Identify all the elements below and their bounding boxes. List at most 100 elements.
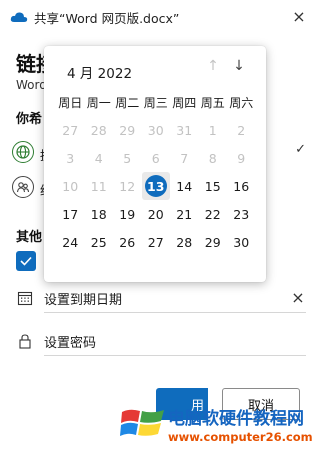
clear-icon[interactable]: × [290, 290, 306, 306]
calendar-icon [16, 289, 34, 307]
calendar-day[interactable]: 24 [56, 228, 85, 256]
calendar-day[interactable]: 27 [142, 228, 171, 256]
lock-icon [16, 332, 34, 350]
calendar-day-number: 30 [233, 234, 250, 250]
close-icon[interactable]: × [290, 8, 308, 26]
section-heading-other: 其他 [16, 230, 43, 245]
calendar-day[interactable]: 16 [227, 172, 256, 200]
calendar-day[interactable]: 14 [170, 172, 199, 200]
calendar-day[interactable]: 30 [227, 228, 256, 256]
calendar-day-number: 26 [119, 234, 136, 250]
calendar-day[interactable]: 18 [85, 200, 114, 228]
calendar-day-number: 25 [90, 234, 107, 250]
date-picker-popup: 4 月 2022 ↑ ↓ 周日 周一 周二 周三 周四 周五 周六 27 28 29… [44, 46, 266, 282]
calendar-day-number: 7 [180, 150, 189, 166]
calendar-day-number: 15 [204, 178, 221, 194]
calendar-weekday-header: 周日 周一 周二 周三 周四 周五 周六 [56, 94, 256, 111]
calendar-day: 8 [199, 144, 228, 172]
onedrive-cloud-icon [10, 12, 28, 22]
calendar-day-number: 1 [208, 122, 217, 138]
expiry-divider [44, 312, 306, 313]
calendar-day: 2 [227, 116, 256, 144]
calendar-day: 29 [113, 116, 142, 144]
calendar-day-number: 30 [147, 122, 164, 138]
calendar-day-grid: 27 28 29 30 31 1 2 3 4 5 6 7 8 9 10 11 12 13 14 15 16 17 18 19 2… [56, 116, 256, 256]
checkmark-icon: ✓ [295, 142, 306, 157]
calendar-day-number: 11 [90, 178, 107, 194]
window-title: 共享“Word 网页版.docx” [34, 10, 180, 26]
watermark-url: www.computer26.com [168, 430, 313, 444]
calendar-day: 4 [85, 144, 114, 172]
weekday-label: 周二 [115, 96, 140, 110]
window-titlebar: 共享“Word 网页版.docx” [0, 0, 322, 34]
calendar-day: 12 [113, 172, 142, 200]
globe-icon[interactable] [12, 141, 34, 163]
calendar-day-number: 29 [204, 234, 221, 250]
weekday-label: 周四 [172, 96, 197, 110]
calendar-day-number: 31 [176, 122, 193, 138]
calendar-day-number: 27 [62, 122, 79, 138]
calendar-day-number: 27 [147, 234, 164, 250]
calendar-day[interactable]: 23 [227, 200, 256, 228]
previous-month-arrow-icon[interactable]: ↑ [204, 58, 222, 76]
calendar-day-number: 9 [237, 150, 246, 166]
calendar-day-selected[interactable]: 13 [141, 172, 170, 200]
calendar-day: 30 [142, 116, 171, 144]
calendar-day: 9 [227, 144, 256, 172]
calendar-day-number: 13 [144, 175, 167, 197]
calendar-day-number: 24 [62, 234, 79, 250]
calendar-day: 6 [142, 144, 171, 172]
calendar-day[interactable]: 15 [199, 172, 228, 200]
calendar-day-number: 21 [176, 206, 193, 222]
calendar-day[interactable]: 19 [113, 200, 142, 228]
calendar-day[interactable]: 20 [142, 200, 171, 228]
calendar-day-number: 5 [123, 150, 132, 166]
calendar-day[interactable]: 22 [199, 200, 228, 228]
weekday-label: 周日 [58, 96, 83, 110]
calendar-day-number: 4 [94, 150, 103, 166]
calendar-day-number: 3 [66, 150, 75, 166]
next-month-arrow-icon[interactable]: ↓ [230, 58, 248, 76]
password-field[interactable]: 设置密码 [16, 330, 306, 352]
calendar-day[interactable]: 21 [170, 200, 199, 228]
weekday-label: 周一 [86, 96, 111, 110]
calendar-day-number: 20 [147, 206, 164, 222]
expiry-date-label[interactable]: 设置到期日期 [44, 289, 290, 308]
calendar-day-number: 17 [62, 206, 79, 222]
calendar-day-number: 2 [237, 122, 246, 138]
calendar-day[interactable]: 17 [56, 200, 85, 228]
calendar-day[interactable]: 29 [199, 228, 228, 256]
allow-edit-checkbox[interactable] [16, 251, 36, 271]
people-icon[interactable] [12, 176, 34, 198]
calendar-day-number: 8 [208, 150, 217, 166]
calendar-day[interactable]: 25 [85, 228, 114, 256]
watermark: 电脑软硬件教程网 www.computer26.com [120, 402, 320, 452]
calendar-day[interactable]: 26 [113, 228, 142, 256]
weekday-label: 周三 [143, 96, 168, 110]
calendar-day: 31 [170, 116, 199, 144]
checkmark-icon [20, 256, 32, 266]
calendar-month-label[interactable]: 4 月 2022 [67, 62, 132, 82]
calendar-day: 5 [113, 144, 142, 172]
password-label[interactable]: 设置密码 [44, 332, 306, 351]
calendar-day: 7 [170, 144, 199, 172]
calendar-day[interactable]: 28 [170, 228, 199, 256]
section-heading-permissions: 你希 [16, 112, 43, 127]
password-divider [44, 355, 306, 356]
calendar-day: 28 [85, 116, 114, 144]
calendar-day: 1 [199, 116, 228, 144]
calendar-day-number: 6 [151, 150, 160, 166]
calendar-day-number: 23 [233, 206, 250, 222]
calendar-day-number: 22 [204, 206, 221, 222]
calendar-day-number: 28 [90, 122, 107, 138]
page-subtitle: Word [16, 78, 47, 92]
calendar-day-number: 14 [176, 178, 193, 194]
calendar-day-number: 10 [62, 178, 79, 194]
weekday-label: 周六 [229, 96, 254, 110]
calendar-day-number: 12 [119, 178, 136, 194]
expiry-date-field[interactable]: 设置到期日期 × [16, 287, 306, 309]
calendar-day-number: 16 [233, 178, 250, 194]
calendar-day: 11 [85, 172, 114, 200]
calendar-day-number: 19 [119, 206, 136, 222]
calendar-day: 3 [56, 144, 85, 172]
